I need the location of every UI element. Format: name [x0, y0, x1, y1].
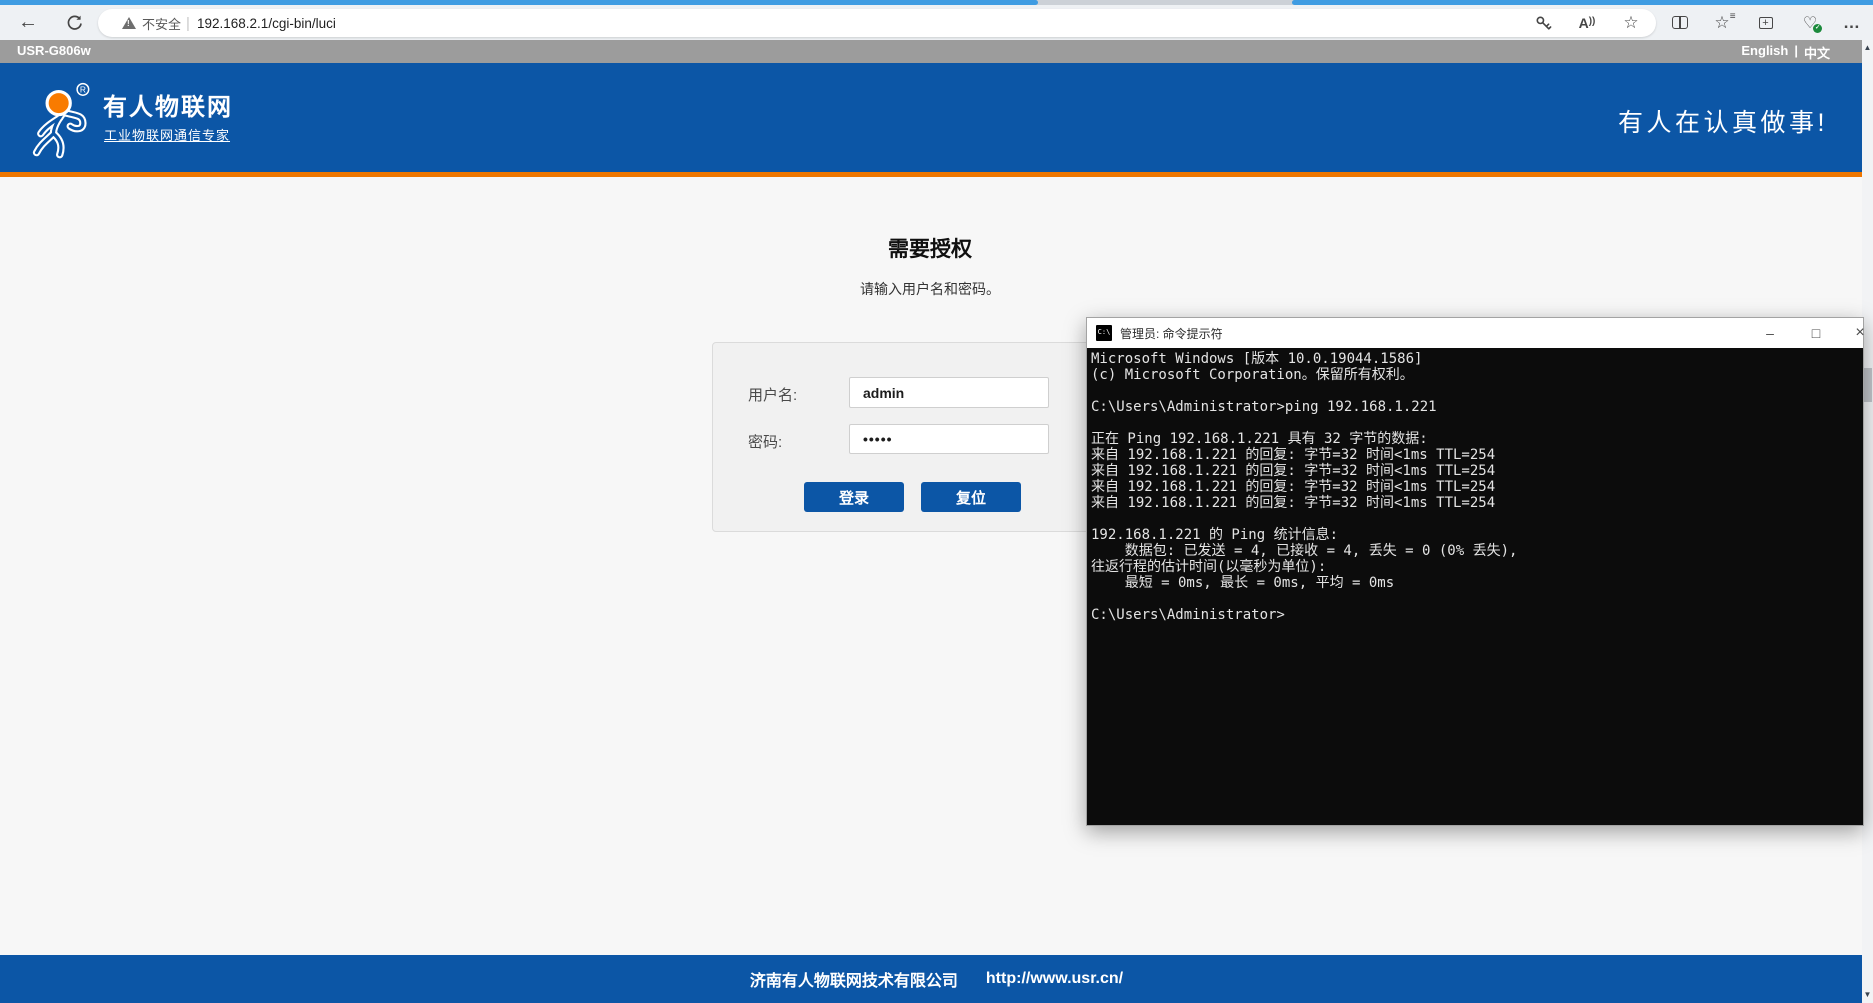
read-aloud-button[interactable]: A)): [1570, 9, 1604, 37]
site-header: R 有人物联网 工业物联网通信专家 有人在认真做事!: [0, 63, 1873, 172]
favorite-this-page-button[interactable]: ☆: [1614, 9, 1648, 37]
close-button[interactable]: ×: [1843, 318, 1873, 348]
password-manager-button[interactable]: [1526, 9, 1560, 37]
console-output: Microsoft Windows [版本 10.0.19044.1586] (…: [1087, 348, 1863, 825]
svg-text:R: R: [80, 85, 86, 95]
site-security-button[interactable]: !: [122, 9, 136, 37]
scrollbar-down-arrow[interactable]: ▼: [1862, 988, 1873, 1002]
language-switch: English | 中文: [1741, 43, 1830, 62]
usr-logo: R: [30, 81, 100, 161]
device-model-label: USR-G806w: [17, 43, 91, 58]
green-check-badge: ✓: [1813, 24, 1822, 33]
maximize-button[interactable]: □: [1799, 318, 1833, 348]
address-bar[interactable]: ! 不安全 | 192.168.2.1/cgi-bin/luci A)): [98, 9, 1656, 37]
favorites-icon: ☆ ≡: [1714, 13, 1729, 33]
favorites-button[interactable]: ☆ ≡: [1704, 5, 1740, 40]
lang-separator: |: [1794, 43, 1798, 62]
scrollbar-thumb[interactable]: [1863, 368, 1872, 402]
cmd-app-icon: C:\: [1096, 325, 1112, 341]
login-button[interactable]: 登录: [804, 482, 904, 512]
address-separator: |: [186, 9, 190, 37]
company-name: 济南有人物联网技术有限公司: [750, 967, 958, 991]
company-website-link[interactable]: http://www.usr.cn/: [986, 970, 1123, 988]
minimize-button[interactable]: –: [1753, 318, 1787, 348]
username-input[interactable]: [849, 377, 1049, 408]
security-label[interactable]: 不安全: [142, 9, 181, 37]
heart-pulse-icon: ♡ ✓: [1803, 13, 1817, 33]
command-prompt-window[interactable]: C:\ 管理员: 命令提示符 – □ × Microsoft Windows […: [1086, 317, 1864, 826]
split-screen-button[interactable]: [1662, 5, 1698, 40]
cmd-title-bar[interactable]: C:\ 管理员: 命令提示符 – □ ×: [1087, 318, 1863, 348]
refresh-button[interactable]: [56, 5, 92, 40]
ellipsis-icon: …: [1843, 18, 1861, 28]
logo-head-circle: [47, 92, 70, 115]
site-footer: 济南有人物联网技术有限公司 http://www.usr.cn/: [0, 955, 1873, 1003]
back-button[interactable]: ←: [10, 5, 46, 40]
username-label: 用户名:: [748, 384, 797, 405]
browser-essentials-button[interactable]: ♡ ✓: [1792, 5, 1828, 40]
key-icon: [1534, 14, 1552, 32]
lang-english-link[interactable]: English: [1741, 43, 1788, 62]
header-tagline: 有人在认真做事!: [1618, 103, 1828, 139]
device-title-bar: USR-G806w English | 中文: [0, 40, 1873, 63]
password-input[interactable]: [849, 424, 1049, 454]
back-icon: ←: [18, 11, 38, 34]
password-label: 密码:: [748, 431, 782, 452]
scrollbar-up-arrow[interactable]: ▲: [1862, 41, 1873, 55]
refresh-icon: [66, 14, 83, 31]
brand-slogan: 工业物联网通信专家: [104, 125, 230, 144]
page-subtitle: 请输入用户名和密码。: [0, 279, 1860, 299]
url-text[interactable]: 192.168.2.1/cgi-bin/luci: [197, 9, 336, 37]
collections-button[interactable]: +: [1748, 5, 1784, 40]
reset-button[interactable]: 复位: [921, 482, 1021, 512]
lang-chinese-link[interactable]: 中文: [1804, 43, 1830, 62]
read-aloud-icon: A)): [1579, 15, 1596, 31]
star-icon: ☆: [1623, 13, 1638, 33]
settings-menu-button[interactable]: …: [1834, 5, 1870, 40]
screen: ← ! 不安全 | 192.168.2.1/cgi-bin/luci: [0, 0, 1873, 1003]
browser-toolbar: ← ! 不安全 | 192.168.2.1/cgi-bin/luci: [0, 5, 1873, 40]
split-screen-icon: [1672, 16, 1688, 29]
cmd-window-title: 管理员: 命令提示符: [1120, 325, 1223, 342]
page-title: 需要授权: [0, 233, 1860, 263]
warning-icon: !: [122, 17, 136, 29]
brand-name: 有人物联网: [103, 87, 233, 122]
collections-icon: +: [1759, 17, 1773, 29]
login-form: 用户名: 密码: 登录 复位: [712, 342, 1148, 532]
